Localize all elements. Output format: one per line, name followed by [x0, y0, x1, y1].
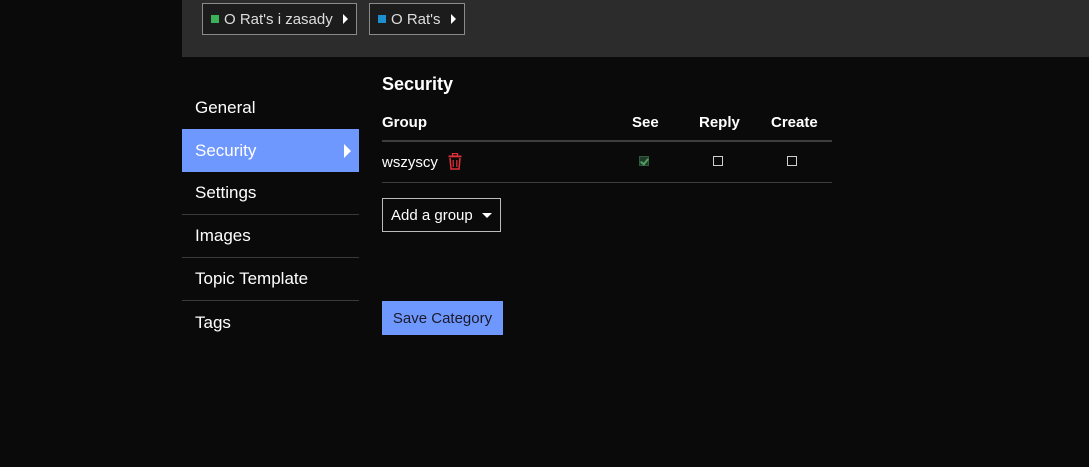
column-header-reply: Reply [699, 114, 740, 131]
add-group-label: Add a group [391, 206, 473, 224]
sidebar-item-general[interactable]: General [182, 86, 359, 129]
section-title: Security [382, 74, 454, 94]
caret-right-icon [342, 14, 348, 24]
breadcrumb-category[interactable]: O Rat's [369, 3, 465, 35]
sidebar-item-label: General [195, 97, 256, 117]
sidebar-item-images[interactable]: Images [182, 215, 359, 258]
caret-right-icon [450, 14, 456, 24]
sidebar-item-label: Images [195, 226, 251, 245]
sidebar-item-settings[interactable]: Settings [182, 172, 359, 215]
category-header: O Rat's i zasady O Rat's [182, 0, 1089, 57]
sidebar-item-label: Tags [195, 312, 231, 332]
caret-down-icon [481, 212, 492, 218]
group-name: wszyscy [382, 154, 438, 171]
column-header-group: Group [382, 114, 427, 131]
create-checkbox[interactable] [787, 156, 797, 166]
permissions-table: Group See Reply Create wszyscy [382, 110, 832, 183]
sidebar-item-tags[interactable]: Tags [182, 301, 359, 344]
sidebar-item-label: Topic Template [195, 269, 309, 288]
trash-icon[interactable] [448, 152, 462, 174]
sidebar-item-topic-template[interactable]: Topic Template [182, 258, 359, 301]
breadcrumb-parent-category[interactable]: O Rat's i zasady [202, 3, 357, 35]
caret-right-icon [344, 144, 351, 158]
reply-checkbox[interactable] [713, 156, 723, 166]
breadcrumb-label: O Rat's i zasady [224, 10, 333, 28]
category-color-swatch [211, 15, 219, 23]
table-header: Group See Reply Create [382, 110, 832, 142]
sidebar-item-label: Security [195, 140, 257, 160]
see-checkbox[interactable] [639, 156, 649, 166]
column-header-create: Create [771, 114, 818, 131]
breadcrumb-label: O Rat's [391, 10, 441, 28]
sidebar-item-security[interactable]: Security [182, 129, 359, 172]
sidebar-item-label: Settings [195, 183, 257, 202]
add-group-button[interactable]: Add a group [382, 198, 501, 232]
column-header-see: See [632, 114, 659, 131]
save-category-button[interactable]: Save Category [382, 301, 503, 335]
table-row: wszyscy [382, 142, 832, 183]
category-color-swatch [378, 15, 386, 23]
settings-sidebar: General Security Settings Images Topic T… [182, 86, 359, 344]
